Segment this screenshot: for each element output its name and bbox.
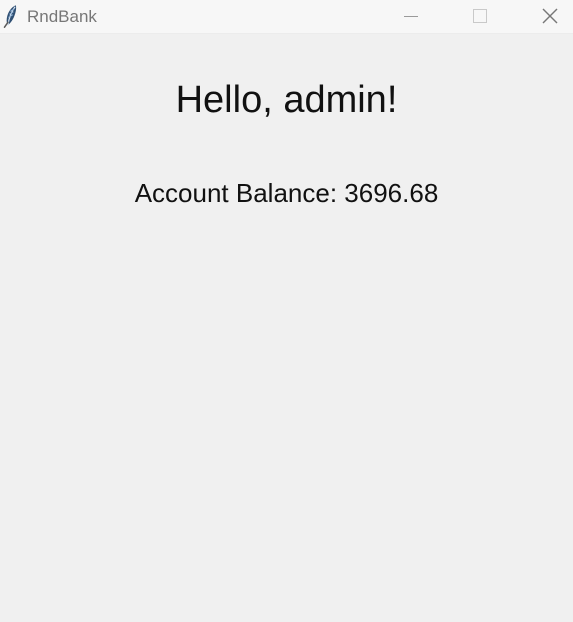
account-balance-label: Account Balance: <box>134 178 338 208</box>
minimize-icon <box>404 16 418 17</box>
feather-icon <box>3 4 19 28</box>
close-button[interactable] <box>527 0 573 33</box>
window-title: RndBank <box>27 7 97 26</box>
account-balance-value: 3696.68 <box>344 178 439 208</box>
account-balance-line: Account Balance: 3696.68 <box>0 178 573 208</box>
maximize-button[interactable] <box>457 0 503 33</box>
title-bar[interactable]: RndBank <box>0 0 573 34</box>
minimize-button[interactable] <box>388 0 434 33</box>
maximize-icon <box>473 9 487 23</box>
close-icon <box>542 8 558 24</box>
greeting-label: Hello, admin! <box>175 79 398 121</box>
rndbank-window: RndBank Hello, admin! Account Balance: 3… <box>0 0 573 622</box>
main-content: Hello, admin! Account Balance: 3696.68 <box>0 34 573 622</box>
